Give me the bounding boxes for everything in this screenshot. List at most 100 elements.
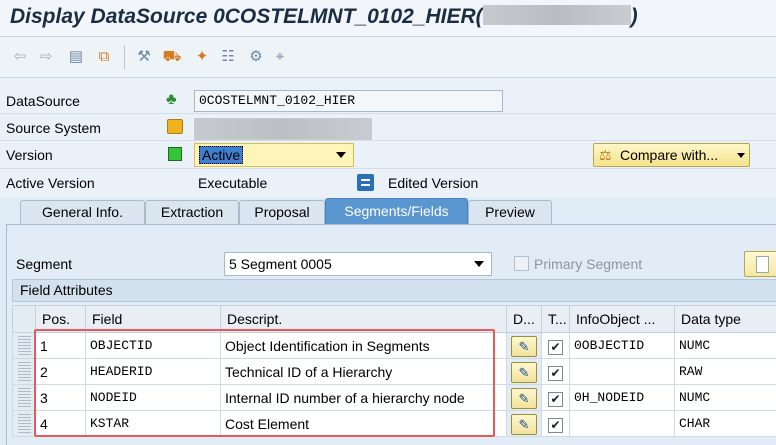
cell-detail: ✎ <box>506 332 542 359</box>
back-arrow-icon[interactable]: ⇦ <box>10 47 30 67</box>
row-selector[interactable] <box>12 384 36 411</box>
column-header-data-type[interactable]: Data type <box>674 305 776 333</box>
document-button[interactable] <box>744 251 776 277</box>
row-grip <box>17 413 31 434</box>
cell-transfer: ✔ <box>541 410 570 437</box>
tab-segments-fields[interactable]: Segments/Fields <box>325 198 468 224</box>
cell-infoobject: 0OBJECTID <box>569 332 675 359</box>
tab-extraction[interactable]: Extraction <box>145 200 239 224</box>
cell-description: Internal ID number of a hierarchy node <box>220 384 507 411</box>
cell-pos: 1 <box>35 332 86 359</box>
divider <box>0 113 776 114</box>
field-attributes-table: Pos. Field Descript. D... T... InfoObjec… <box>12 305 776 437</box>
transfer-checkbox[interactable]: ✔ <box>548 392 563 407</box>
edited-version-label: Edited Version <box>388 175 479 191</box>
edit-detail-button[interactable]: ✎ <box>511 336 537 357</box>
cell-field: HEADERID <box>85 358 221 385</box>
transfer-checkbox[interactable]: ✔ <box>548 418 563 433</box>
tab-general-info[interactable]: General Info. <box>20 200 145 224</box>
row-selector[interactable] <box>12 332 36 359</box>
cell-infoobject: 0H_NODEID <box>569 384 675 411</box>
forward-arrow-icon[interactable]: ⇨ <box>36 47 56 67</box>
toolbar-separator <box>124 45 125 69</box>
cell-description: Object Identification in Segments <box>220 332 507 359</box>
tools-icon[interactable]: ⚒ <box>134 47 154 67</box>
active-version-value: Executable <box>198 175 268 191</box>
chevron-down-icon <box>474 261 484 267</box>
version-label: Version <box>6 147 53 163</box>
application-toolbar: ⇦ ⇨ ▤ ⧉ ⚒ ⛟ ✦ ☷ ⚙ ⌖ <box>0 37 776 78</box>
magic-wand-icon[interactable]: ✦ <box>192 47 212 67</box>
cell-description: Technical ID of a Hierarchy <box>220 358 507 385</box>
row-selector-header[interactable] <box>12 305 36 333</box>
active-status-icon <box>168 147 182 161</box>
row-grip <box>17 387 31 408</box>
column-header-description[interactable]: Descript. <box>220 305 507 333</box>
cell-infoobject <box>569 358 675 385</box>
cell-data-type: CHAR <box>674 410 776 437</box>
object-list-icon[interactable]: ▤ <box>66 47 86 67</box>
row-grip <box>17 361 31 382</box>
version-select[interactable]: Active <box>194 143 354 167</box>
hierarchy-icon[interactable]: ⧉ <box>94 47 114 67</box>
edit-detail-button[interactable]: ✎ <box>511 414 537 435</box>
column-header-field[interactable]: Field <box>85 305 221 333</box>
chevron-down-icon <box>737 153 745 158</box>
table-header-row: Pos. Field Descript. D... T... InfoObjec… <box>12 305 776 333</box>
primary-segment-label: Primary Segment <box>534 256 643 272</box>
source-system-icon <box>167 119 183 134</box>
settings-icon[interactable]: ⚙ <box>246 47 266 67</box>
structure-icon[interactable]: ☷ <box>218 47 238 67</box>
cell-transfer: ✔ <box>541 384 570 411</box>
row-selector[interactable] <box>12 358 36 385</box>
cell-field: KSTAR <box>85 410 221 437</box>
cell-transfer: ✔ <box>541 358 570 385</box>
segment-select[interactable]: 5 Segment 0005 <box>224 252 492 276</box>
edit-detail-button[interactable]: ✎ <box>511 362 537 383</box>
transfer-checkbox[interactable]: ✔ <box>548 340 563 355</box>
column-header-infoobject[interactable]: InfoObject ... <box>569 305 675 333</box>
column-header-t[interactable]: T... <box>541 305 570 333</box>
datasource-label: DataSource <box>6 93 80 109</box>
column-header-pos[interactable]: Pos. <box>35 305 86 333</box>
cell-detail: ✎ <box>506 384 542 411</box>
active-version-label: Active Version <box>6 175 95 191</box>
divider <box>0 140 776 141</box>
cell-pos: 4 <box>35 410 86 437</box>
table-row[interactable]: 4 KSTAR Cost Element ✎ ✔ CHAR <box>12 410 776 437</box>
segment-value: 5 Segment 0005 <box>229 256 332 272</box>
primary-segment-checkbox[interactable] <box>514 256 529 271</box>
column-header-d[interactable]: D... <box>506 305 542 333</box>
cell-detail: ✎ <box>506 358 542 385</box>
row-selector[interactable] <box>12 410 36 437</box>
table-row[interactable]: 1 OBJECTID Object Identification in Segm… <box>12 332 776 359</box>
cell-detail: ✎ <box>506 410 542 437</box>
edit-detail-button[interactable]: ✎ <box>511 388 537 409</box>
row-grip <box>17 335 31 356</box>
compare-with-button[interactable]: ⚖ Compare with... <box>593 143 750 167</box>
source-system-field[interactable] <box>194 118 372 140</box>
source-system-label: Source System <box>6 120 101 136</box>
cell-data-type: NUMC <box>674 384 776 411</box>
table-row[interactable]: 2 HEADERID Technical ID of a Hierarchy ✎… <box>12 358 776 385</box>
version-value: Active <box>199 146 244 164</box>
tab-strip: General Info. Extraction Proposal Segmen… <box>0 198 776 224</box>
cell-pos: 3 <box>35 384 86 411</box>
transfer-checkbox[interactable]: ✔ <box>548 366 563 381</box>
cell-data-type: RAW <box>674 358 776 385</box>
redacted-text <box>482 5 631 26</box>
transport-icon[interactable]: ⛟ <box>162 47 182 67</box>
window-title: Display DataSource 0COSTELMNT_0102_HIER(… <box>10 5 638 29</box>
window-title-close: ) <box>630 5 638 28</box>
tab-proposal[interactable]: Proposal <box>239 200 325 224</box>
cell-transfer: ✔ <box>541 332 570 359</box>
table-row[interactable]: 3 NODEID Internal ID number of a hierarc… <box>12 384 776 411</box>
cell-data-type: NUMC <box>674 332 776 359</box>
tab-preview[interactable]: Preview <box>468 200 552 224</box>
where-used-icon[interactable]: ⌖ <box>270 47 290 67</box>
field-attributes-title: Field Attributes <box>12 279 776 302</box>
cell-field: NODEID <box>85 384 221 411</box>
segment-label: Segment <box>16 256 73 272</box>
datasource-field[interactable]: 0COSTELMNT_0102_HIER <box>194 90 503 112</box>
divider <box>0 168 776 169</box>
